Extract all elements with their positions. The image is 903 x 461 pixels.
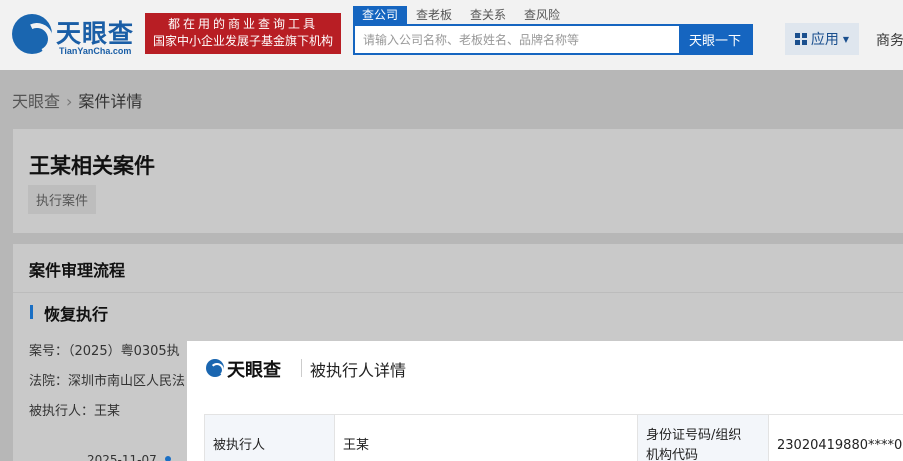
logo-icon <box>12 14 52 54</box>
executed-person: 被执行人：王某 <box>29 404 121 419</box>
logo-text: 天眼查 <box>56 19 135 48</box>
search-box: 天眼一下 <box>353 24 753 55</box>
timeline-dot-icon <box>165 456 171 461</box>
divider <box>13 292 903 293</box>
business-link[interactable]: 商务 <box>876 30 903 50</box>
stage-title: 恢复执行 <box>44 305 109 324</box>
executed-person-modal: 天眼查 被执行人详情 被执行人 王某 身份证号码/组织 机构代码 2302041… <box>187 341 903 461</box>
case-type-tag: 执行案件 <box>28 185 97 214</box>
modal-logo-text: 天眼查 <box>227 360 281 381</box>
table-label-cell: 身份证号码/组织 机构代码 <box>638 415 769 461</box>
search-area: 查公司 查老板 查关系 查风险 天眼一下 <box>353 6 753 56</box>
detail-table: 被执行人 王某 身份证号码/组织 机构代码 23020419880****021 <box>204 414 903 461</box>
divider <box>301 359 302 377</box>
logo-icon <box>206 359 224 377</box>
tab-boss[interactable]: 查老板 <box>407 6 461 24</box>
flow-section-title: 案件审理流程 <box>29 261 126 280</box>
breadcrumb-current: 案件详情 <box>78 92 143 111</box>
app-menu-button[interactable]: 应用 ▼ <box>785 23 859 55</box>
search-button[interactable]: 天眼一下 <box>679 24 751 55</box>
slogan-line-2: 国家中小企业发展子基金旗下机构 <box>152 34 333 48</box>
case-number: 案号：（2025）粤0305执 <box>29 344 180 359</box>
stage-accent-bar <box>30 305 33 319</box>
breadcrumb: 天眼查 › 案件详情 <box>12 88 142 112</box>
search-input[interactable] <box>355 26 680 53</box>
page-title: 王某相关案件 <box>29 154 155 178</box>
slogan-line-1: 都在用的商业查询工具 <box>167 17 318 31</box>
case-header-panel: 王某相关案件 执行案件 <box>13 129 903 233</box>
search-tabs: 查公司 查老板 查关系 查风险 <box>353 6 569 24</box>
modal-title: 被执行人详情 <box>310 361 407 380</box>
table-label-cell: 被执行人 <box>205 415 335 461</box>
table-value-cell: 王某 <box>335 415 638 461</box>
modal-logo: 天眼查 <box>206 359 296 381</box>
timeline-date: 2025-11-07 <box>87 453 157 461</box>
grid-icon <box>794 33 807 45</box>
table-value-cell: 23020419880****021 <box>769 415 903 461</box>
tianyancha-logo[interactable]: 天眼查 TianYanCha.com <box>12 12 140 58</box>
tab-company[interactable]: 查公司 <box>353 6 408 24</box>
label-id-number-line2: 机构代码 <box>646 448 699 461</box>
logo-subtext: TianYanCha.com <box>59 46 132 56</box>
chevron-down-icon: ▼ <box>842 34 850 44</box>
chevron-right-icon: › <box>66 92 73 111</box>
court-name: 法院：深圳市南山区人民法 <box>29 374 186 389</box>
value-executed-person: 王某 <box>343 438 370 453</box>
breadcrumb-home[interactable]: 天眼查 <box>12 92 60 111</box>
top-header: 天眼查 TianYanCha.com 都在用的商业查询工具 国家中小企业发展子基… <box>0 0 903 70</box>
slogan-banner: 都在用的商业查询工具 国家中小企业发展子基金旗下机构 <box>145 13 341 54</box>
label-id-number-line1: 身份证号码/组织 <box>646 428 742 443</box>
tab-risk[interactable]: 查风险 <box>515 6 569 24</box>
label-executed-person: 被执行人 <box>213 438 266 453</box>
tab-relation[interactable]: 查关系 <box>461 6 515 24</box>
value-id-number: 23020419880****021 <box>777 438 903 453</box>
app-menu-label: 应用 <box>810 32 839 48</box>
